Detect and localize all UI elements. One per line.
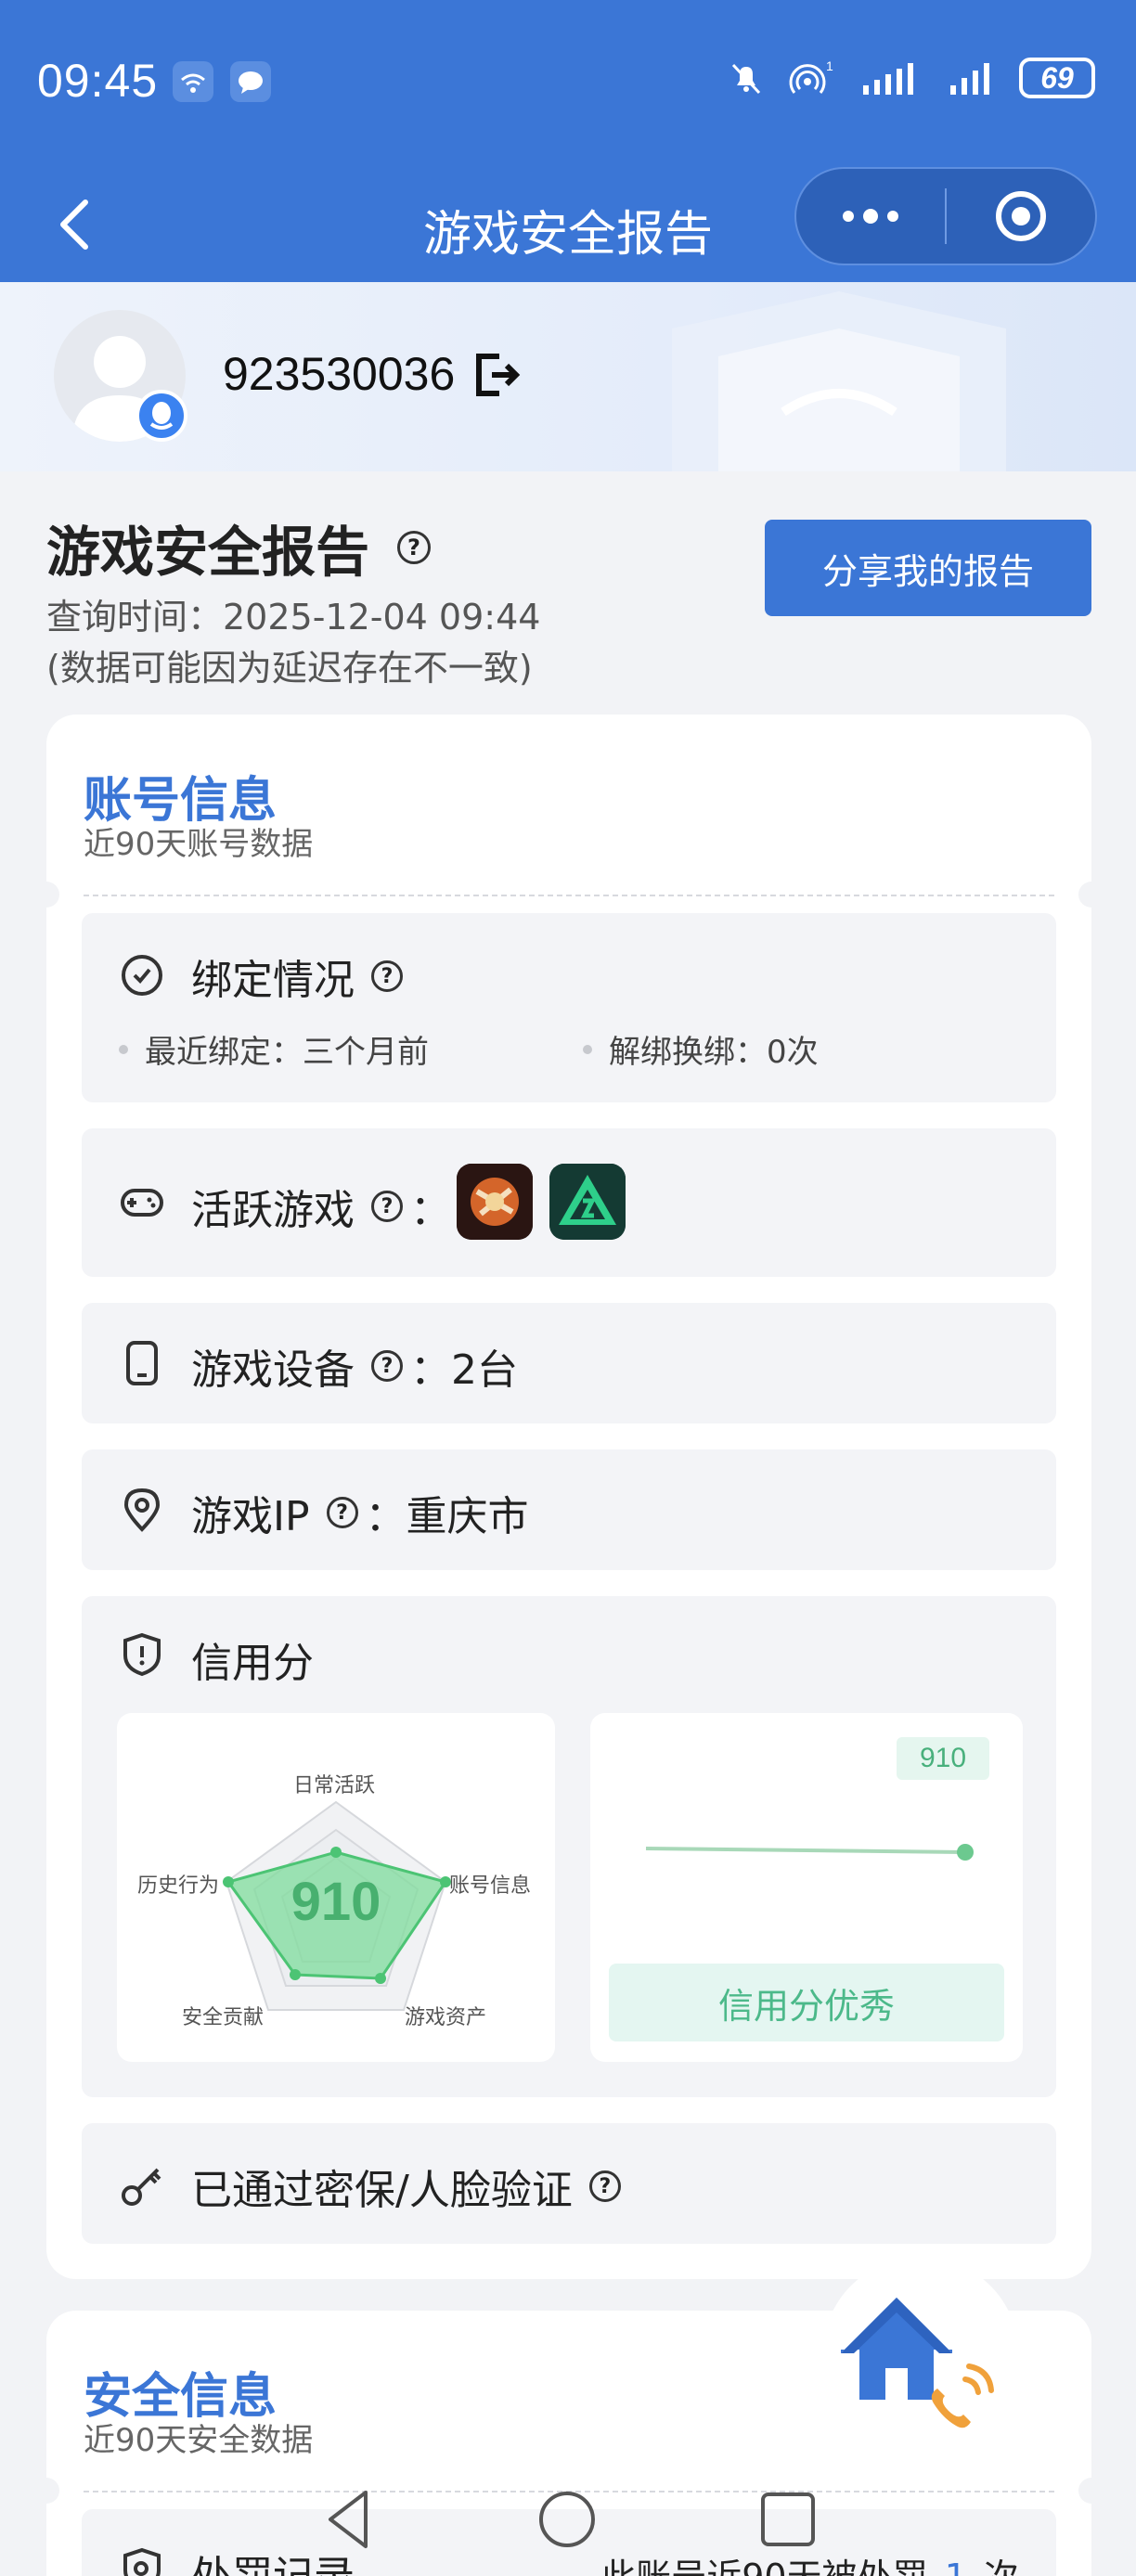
card-notch-left — [33, 882, 59, 908]
signal-1-icon — [863, 63, 913, 95]
data-delay-note: (数据可能因为延迟存在不一致) — [46, 648, 533, 689]
bullet-dot — [119, 1044, 128, 1054]
phone-device-icon — [126, 1341, 158, 1385]
svg-text:1: 1 — [826, 58, 833, 73]
game-ip-row: 游戏IP ? ：重庆市 — [82, 1449, 1056, 1570]
location-pin-icon — [123, 1488, 161, 1532]
devices-label: 游戏设备 — [191, 1346, 355, 1394]
radar-label-bottom-left: 安全贡献 — [182, 2006, 265, 2029]
report-title-row: 游戏安全报告 ? — [46, 509, 540, 586]
help-icon[interactable]: ? — [371, 1191, 403, 1222]
switch-account-icon[interactable] — [471, 349, 523, 401]
account-id: 923530036 — [223, 348, 456, 400]
help-icon[interactable]: ? — [326, 1497, 358, 1528]
card-notch-right — [1078, 882, 1104, 908]
verification-row: 已通过密保/人脸验证 ? — [82, 2123, 1056, 2244]
system-recents-icon[interactable] — [755, 2487, 820, 2552]
help-icon[interactable]: ? — [397, 531, 432, 564]
profile-header: 923530036 — [0, 282, 1136, 471]
credit-score-row: 信用分 日常活跃 账号信息 游戏资产 安全贡献 历史行为 910 910 信用分… — [82, 1596, 1056, 2097]
help-icon[interactable]: ? — [588, 2170, 621, 2202]
more-button[interactable] — [796, 169, 945, 264]
share-report-button[interactable]: 分享我的报告 — [765, 520, 1091, 616]
binding-status-row: 绑定情况 ? 最近绑定：三个月前 解绑换绑：0次 — [82, 913, 1056, 1102]
card-divider — [84, 895, 1054, 896]
system-navigation-bar — [0, 2487, 1136, 2576]
phone-call-icon — [931, 2363, 994, 2428]
check-circle-icon — [122, 955, 162, 996]
game-devices-row: 游戏设备 ? ：2台 — [82, 1303, 1056, 1423]
ip-value: ：重庆市 — [365, 1493, 529, 1540]
wifi-notification-icon — [173, 61, 213, 102]
binding-label: 绑定情况 — [191, 957, 355, 1004]
shield-decoration-icon — [672, 291, 1006, 471]
credit-score-value: 910 — [290, 1872, 381, 1932]
game-icon-1[interactable] — [457, 1164, 533, 1240]
report-title: 游戏安全报告 — [46, 521, 370, 584]
close-miniapp-button[interactable] — [947, 169, 1095, 264]
game-icon-2[interactable] — [549, 1164, 626, 1240]
key-icon — [122, 2168, 161, 2206]
qq-icon — [136, 390, 187, 442]
binding-label-row: 绑定情况 ? — [191, 947, 403, 1006]
hotspot-icon: 1 — [789, 58, 833, 94]
account-info-card: 账号信息 近90天账号数据 绑定情况 ? 最近绑定：三个月前 解绑换绑：0次 活… — [33, 715, 1104, 2279]
active-games-label: 活跃游戏 — [191, 1187, 355, 1234]
devices-value: ：2台 — [410, 1346, 518, 1394]
help-icon[interactable]: ? — [371, 960, 403, 992]
verification-label-row: 已通过密保/人脸验证 ? — [191, 2157, 621, 2216]
mute-bell-icon — [731, 63, 761, 95]
gamepad-icon — [121, 1189, 163, 1217]
status-bar: 09:45 1 69 — [0, 0, 1136, 167]
credit-trend-chart: 910 信用分优秀 — [590, 1713, 1023, 2062]
active-games-row: 活跃游戏 ? ： — [82, 1128, 1056, 1277]
unbind-item: 解绑换绑：0次 — [583, 1026, 819, 1072]
more-dots-icon — [843, 209, 898, 224]
devices-label-row: 游戏设备 ? ：2台 — [191, 1336, 518, 1396]
bullet-dot — [583, 1044, 592, 1054]
recent-bind-text: 最近绑定：三个月前 — [145, 1034, 429, 1071]
battery-indicator: 69 — [1019, 58, 1095, 98]
help-icon[interactable]: ? — [371, 1350, 403, 1382]
radar-label-top: 日常活跃 — [293, 1774, 376, 1797]
credit-radar-chart: 日常活跃 账号信息 游戏资产 安全贡献 历史行为 910 — [117, 1713, 555, 2062]
credit-status-label: 信用分优秀 — [609, 1964, 1004, 2041]
system-back-icon[interactable] — [316, 2487, 381, 2552]
status-time: 09:45 — [37, 55, 159, 107]
active-games-label-row: 活跃游戏 ? ： — [191, 1177, 451, 1236]
floating-home-button[interactable] — [822, 2257, 1019, 2454]
credit-label: 信用分 — [191, 1640, 314, 1687]
verification-label: 已通过密保/人脸验证 — [191, 2167, 573, 2214]
shield-alert-icon — [123, 1632, 161, 1677]
miniapp-capsule — [794, 167, 1097, 265]
system-home-icon[interactable] — [535, 2487, 600, 2552]
colon: ： — [410, 1187, 451, 1234]
radar-label-bottom-right: 游戏资产 — [405, 2006, 487, 2029]
trend-line-svg — [645, 1844, 974, 1861]
nav-bar: 游戏安全报告 — [0, 167, 1136, 282]
status-right: 1 69 — [726, 58, 1095, 98]
ip-label-row: 游戏IP ? ：重庆市 — [191, 1483, 529, 1542]
target-close-icon — [996, 191, 1046, 241]
security-info-subtitle: 近90天安全数据 — [84, 2422, 314, 2459]
message-notification-icon — [230, 61, 271, 102]
unbind-text: 解绑换绑：0次 — [609, 1034, 819, 1071]
query-time: 查询时间：2025-12-04 09:44 — [46, 597, 541, 638]
signal-2-icon — [950, 63, 989, 95]
ip-label: 游戏IP — [191, 1493, 310, 1540]
report-header: 游戏安全报告 ? 查询时间：2025-12-04 09:44 (数据可能因为延迟… — [46, 509, 540, 690]
account-info-subtitle: 近90天账号数据 — [84, 826, 314, 863]
recent-bind-item: 最近绑定：三个月前 — [119, 1026, 429, 1072]
